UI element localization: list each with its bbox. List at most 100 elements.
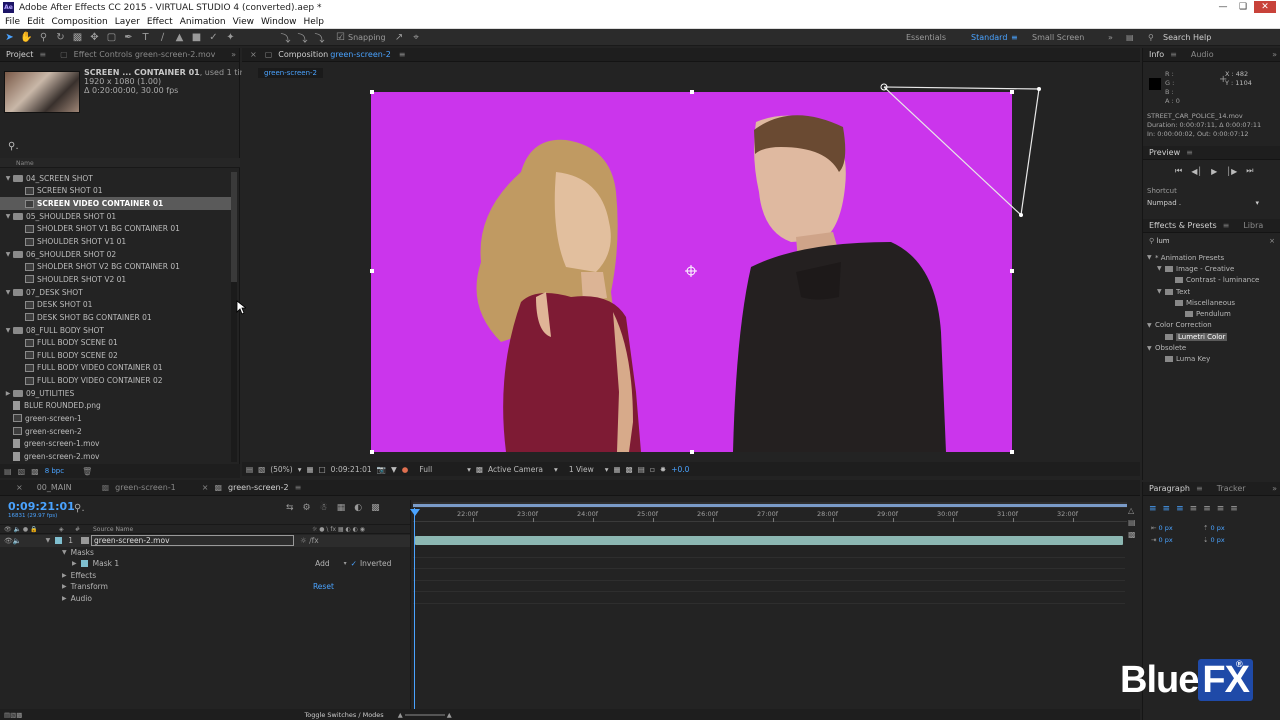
snapshot-layer-icon[interactable]: ▩ [1128, 529, 1136, 541]
menu-effect[interactable]: Effect [147, 17, 173, 27]
inverted-checkbox[interactable]: ✓ [351, 559, 357, 568]
transform-group[interactable]: ▶ Transform Reset [0, 581, 410, 593]
effects-tree-item[interactable]: Contrast - luminance [1147, 275, 1279, 286]
project-scrollbar[interactable] [231, 172, 237, 462]
comp-mini-flowchart-icon[interactable]: ⇆ [286, 503, 294, 513]
camera-tool-icon[interactable]: ▩ [70, 30, 85, 45]
zoom-tool-icon[interactable]: ⚲ [36, 30, 51, 45]
snapping-checkbox[interactable]: ☑ [333, 30, 348, 45]
frame-blending-icon[interactable]: ▦ [337, 503, 346, 513]
menu-file[interactable]: File [5, 17, 20, 27]
exposure-value[interactable]: +0.0 [671, 465, 689, 474]
views-dropdown[interactable]: 1 View [569, 465, 594, 474]
bpc-button[interactable]: 8 bpc [45, 467, 64, 475]
effects-search[interactable]: ⚲ lum × [1149, 237, 1275, 245]
timeline-search-icon[interactable]: ⚲․ [74, 503, 85, 514]
bounding-handle[interactable] [690, 90, 694, 94]
align-left-icon[interactable]: ≡ [1149, 504, 1157, 514]
playhead[interactable] [414, 508, 415, 710]
current-timecode[interactable]: 0:09:21:01 [331, 465, 372, 474]
type-tool-icon[interactable]: T [138, 30, 153, 45]
mask-vertex[interactable] [1037, 87, 1041, 91]
mask-mode-dropdown[interactable]: Add [315, 559, 330, 568]
layer-label-color[interactable] [55, 537, 63, 545]
timeline-zoom-slider[interactable] [404, 713, 445, 716]
mask-overlay-icon[interactable]: ▧ [258, 465, 265, 474]
expand-triangle-icon[interactable]: ▼ [1147, 345, 1155, 352]
effects-group[interactable]: ▶ Effects [0, 570, 410, 582]
maximize-button[interactable]: ❑ [1234, 1, 1252, 13]
camera-dropdown[interactable]: Active Camera [488, 465, 543, 474]
region-of-interest-icon[interactable]: □ [319, 465, 326, 474]
zoom-out-icon[interactable]: ▲ [398, 711, 403, 719]
project-item[interactable]: SCREEN VIDEO CONTAINER 01 [0, 197, 232, 210]
close-tab-icon[interactable]: × [250, 50, 257, 59]
eraser-tool-icon[interactable]: ■ [189, 30, 204, 45]
project-item[interactable]: FULL BODY SCENE 02 [0, 349, 232, 362]
align-center-icon[interactable]: ≡ [1163, 504, 1171, 514]
project-item[interactable]: DESK SHOT BG CONTAINER 01 [0, 311, 232, 324]
always-preview-icon[interactable]: ▤ [246, 465, 253, 474]
clear-search-icon[interactable]: × [1269, 237, 1275, 245]
channel-icon[interactable]: ● [402, 465, 409, 474]
menu-edit[interactable]: Edit [27, 17, 44, 27]
new-comp-icon[interactable]: ▩ [31, 467, 39, 476]
menu-help[interactable]: Help [303, 17, 324, 27]
zoom-dropdown[interactable]: (50%) [270, 465, 293, 474]
grid-icon[interactable]: ▦ [306, 465, 313, 474]
tab-00-main[interactable]: 00_MAIN [31, 483, 78, 492]
layer-switches[interactable]: ☼ ∕fx [300, 536, 319, 545]
bounding-handle[interactable] [370, 90, 374, 94]
brush-tool-icon[interactable]: ∕ [155, 30, 170, 45]
align-right-icon[interactable]: ≡ [1176, 504, 1184, 514]
justify-center-icon[interactable]: ≡ [1203, 504, 1211, 514]
effects-tree-item[interactable]: ▼ * Animation Presets [1147, 252, 1279, 263]
workspace-essentials[interactable]: Essentials [906, 33, 946, 42]
layer-name[interactable]: green-screen-2.mov [91, 535, 295, 547]
minimize-button[interactable]: — [1214, 1, 1232, 13]
hand-tool-icon[interactable]: ✋ [19, 30, 34, 45]
project-item[interactable]: SHOLDER SHOT V2 BG CONTAINER 01 [0, 260, 232, 273]
project-item[interactable]: green-screen-2 [0, 425, 232, 438]
menu-composition[interactable]: Composition [52, 17, 108, 27]
snapshot-icon[interactable]: 📷 [377, 465, 386, 474]
transparency-grid-icon[interactable]: ▩ [476, 465, 483, 474]
resolution-dropdown[interactable]: Full [419, 465, 432, 474]
effects-search-input[interactable]: lum [1156, 237, 1169, 245]
comp-button-icon[interactable]: △ [1128, 505, 1136, 517]
graph-editor-icon[interactable]: ▩ [371, 503, 380, 513]
column-name[interactable]: Name [16, 160, 34, 167]
interpret-footage-icon[interactable]: ▤ [4, 467, 12, 476]
expand-triangle-icon[interactable]: ▼ [4, 213, 12, 220]
anchor-point-icon[interactable] [685, 265, 697, 277]
tab-composition-name[interactable]: green-screen-2 [330, 50, 391, 59]
expand-triangle-icon[interactable]: ▼ [1157, 288, 1165, 295]
shy-layers-icon[interactable]: ☃ [320, 503, 328, 513]
shortcut-dropdown[interactable]: Numpad . ▾ [1147, 199, 1259, 207]
timeline-current-time[interactable]: 0:09:21:01 [8, 500, 75, 513]
pen-tool-icon[interactable]: ✒ [121, 30, 136, 45]
audio-group[interactable]: ▶ Audio [0, 593, 410, 605]
tab-tracker[interactable]: Tracker [1211, 484, 1252, 493]
layer-duration-bar[interactable] [415, 536, 1123, 545]
bounding-handle[interactable] [1010, 450, 1014, 454]
sync-settings-icon[interactable]: ▤ [1126, 33, 1134, 42]
justify-left-icon[interactable]: ≡ [1190, 504, 1198, 514]
effects-tree-item[interactable]: Luma Key [1147, 354, 1279, 365]
indent-values[interactable]: ⇤ 0 px ⇥ 0 px [1151, 522, 1173, 546]
tab-audio[interactable]: Audio [1185, 50, 1220, 59]
project-folder-item[interactable]: ▶ 09_UTILITIES [0, 387, 232, 400]
expand-triangle-icon[interactable]: ▼ [4, 251, 12, 258]
reset-exposure-icon[interactable]: ✸ [660, 465, 666, 474]
axis-local-icon[interactable]: ⤵ [278, 30, 293, 45]
tab-effect-controls[interactable]: Effect Controls green-screen-2.mov [68, 50, 222, 59]
menu-layer[interactable]: Layer [115, 17, 140, 27]
trash-icon[interactable]: 🗑 [82, 467, 92, 476]
last-frame-icon[interactable]: ⏭ [1246, 166, 1253, 176]
tab-paragraph[interactable]: Paragraph [1143, 484, 1196, 493]
project-item[interactable]: FULL BODY SCENE 01 [0, 336, 232, 349]
puppet-tool-icon[interactable]: ✦ [223, 30, 238, 45]
search-help-input[interactable]: Search Help [1163, 33, 1211, 42]
project-item[interactable]: BLUE ROUNDED.png [0, 400, 232, 413]
effects-tree-item[interactable]: ▼ Color Correction [1147, 320, 1279, 331]
